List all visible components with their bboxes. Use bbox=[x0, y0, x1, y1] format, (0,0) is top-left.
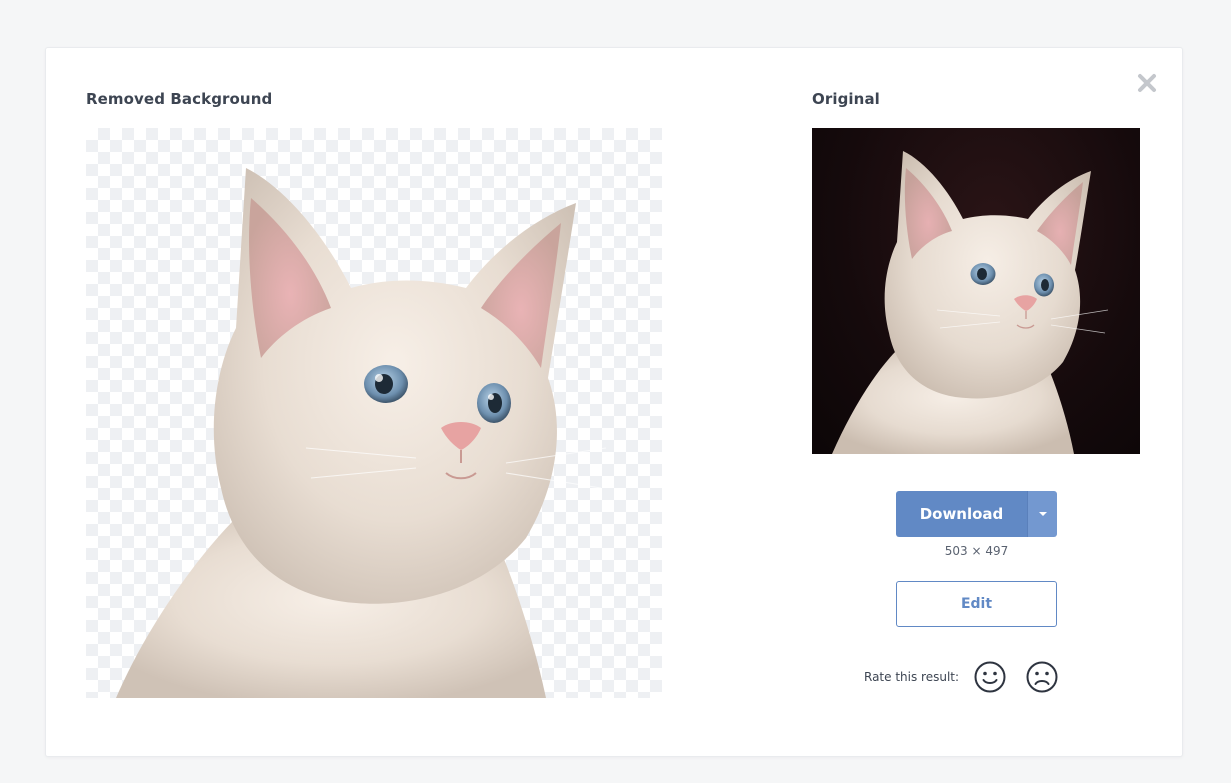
download-split-button: Download bbox=[896, 491, 1057, 537]
rate-label: Rate this result: bbox=[864, 670, 960, 684]
smiley-happy-icon bbox=[974, 661, 1006, 693]
download-options-button[interactable] bbox=[1027, 491, 1057, 537]
chevron-down-icon bbox=[1038, 512, 1047, 516]
rating-row: Rate this result: bbox=[864, 660, 1077, 694]
rate-sad-button[interactable] bbox=[1025, 660, 1059, 694]
cutout-kitten-image bbox=[116, 168, 607, 698]
rate-happy-button[interactable] bbox=[973, 660, 1007, 694]
original-kitten-image bbox=[832, 151, 1109, 454]
download-button[interactable]: Download bbox=[896, 491, 1027, 537]
smiley-sad-icon bbox=[1026, 661, 1058, 693]
removed-background-preview bbox=[86, 128, 662, 698]
close-button[interactable] bbox=[1134, 70, 1160, 96]
result-card: Removed Background Original Download 503… bbox=[45, 47, 1183, 757]
image-dimensions: 503 × 497 bbox=[944, 544, 1009, 558]
removed-background-title: Removed Background bbox=[86, 90, 273, 108]
edit-button[interactable]: Edit bbox=[896, 581, 1057, 627]
original-photo bbox=[812, 128, 1140, 454]
original-title: Original bbox=[812, 90, 880, 108]
close-icon bbox=[1138, 74, 1156, 92]
